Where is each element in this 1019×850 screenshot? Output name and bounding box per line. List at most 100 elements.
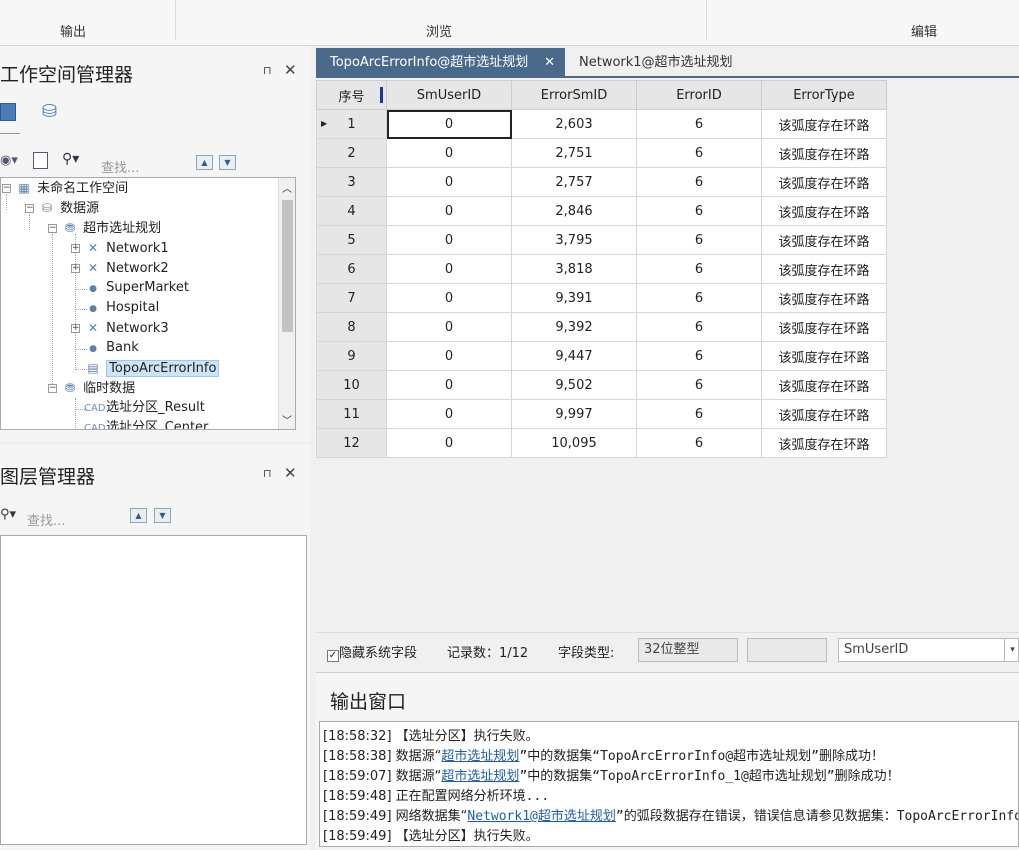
tab-network1[interactable]: Network1@超市选址规划 bbox=[579, 48, 733, 77]
collapse-toggle[interactable]: − bbox=[48, 384, 57, 393]
table-cell[interactable]: 9,391 bbox=[511, 283, 637, 313]
pin-icon[interactable]: ⊓ bbox=[263, 467, 272, 480]
table-row[interactable]: 4 0 2,846 6 该弧度存在环路 bbox=[316, 196, 887, 226]
table-cell[interactable]: 0 bbox=[386, 196, 512, 226]
row-header[interactable]: 6 bbox=[316, 254, 387, 284]
dataset-link[interactable]: Network1@超市选址规划 bbox=[467, 809, 615, 824]
table-row[interactable]: ▶ 1 0 2,603 6 该弧度存在环路 bbox=[316, 109, 887, 139]
table-row[interactable]: 2 0 2,751 6 该弧度存在环路 bbox=[316, 138, 887, 168]
table-cell[interactable]: 该弧度存在环路 bbox=[761, 283, 887, 313]
tree-node-datasources[interactable]: ⛁ 数据源 bbox=[38, 198, 99, 218]
table-row[interactable]: 11 0 9,997 6 该弧度存在环路 bbox=[316, 399, 887, 429]
datasource-link[interactable]: 超市选址规划 bbox=[441, 769, 519, 784]
chevron-down-icon[interactable]: ▾ bbox=[1004, 639, 1019, 661]
move-up-icon[interactable]: ▲ bbox=[196, 155, 213, 170]
table-cell[interactable]: 0 bbox=[386, 254, 512, 284]
tree-node-datasource[interactable]: ⛃ 超市选址规划 bbox=[61, 218, 161, 238]
table-row[interactable]: 6 0 3,818 6 该弧度存在环路 bbox=[316, 254, 887, 284]
close-icon[interactable]: ✕ bbox=[284, 61, 297, 79]
expand-toggle[interactable]: + bbox=[71, 244, 80, 253]
column-header-index[interactable]: 序号 bbox=[316, 80, 387, 110]
row-header[interactable]: ▶ 1 bbox=[316, 109, 387, 139]
scroll-thumb[interactable] bbox=[282, 200, 293, 332]
table-cell[interactable]: 6 bbox=[636, 254, 762, 284]
table-cell[interactable]: 2,751 bbox=[511, 138, 637, 168]
visibility-icon[interactable]: ◉▾ bbox=[0, 153, 18, 168]
search-icon[interactable]: ⚲▾ bbox=[62, 151, 79, 167]
collapse-toggle[interactable]: − bbox=[2, 184, 11, 193]
table-cell[interactable]: 0 bbox=[386, 312, 512, 342]
layer-search-input[interactable]: 查找... bbox=[27, 510, 65, 529]
move-down-icon[interactable]: ▼ bbox=[219, 155, 236, 170]
hide-system-fields-checkbox[interactable]: ✓ 隐藏系统字段 bbox=[327, 642, 417, 662]
row-header[interactable]: 3 bbox=[316, 167, 387, 197]
workspace-search-input[interactable]: 查找... bbox=[101, 157, 139, 176]
table-cell[interactable]: 6 bbox=[636, 283, 762, 313]
table-cell[interactable]: 该弧度存在环路 bbox=[761, 254, 887, 284]
table-cell[interactable]: 6 bbox=[636, 138, 762, 168]
row-header[interactable]: 9 bbox=[316, 341, 387, 371]
tree-scrollbar[interactable]: ︿ ﹀ bbox=[278, 178, 295, 429]
table-cell[interactable]: 6 bbox=[636, 341, 762, 371]
row-header[interactable]: 4 bbox=[316, 196, 387, 226]
table-cell[interactable]: 0 bbox=[386, 225, 512, 255]
row-header[interactable]: 11 bbox=[316, 399, 387, 429]
table-cell[interactable]: 9,392 bbox=[511, 312, 637, 342]
table-row[interactable]: 12 0 10,095 6 该弧度存在环路 bbox=[316, 428, 887, 458]
tree-node-workspace[interactable]: ▦ 未命名工作空间 bbox=[15, 178, 128, 198]
search-icon[interactable]: ⚲▾ bbox=[0, 507, 16, 522]
table-cell[interactable]: 6 bbox=[636, 428, 762, 458]
table-cell[interactable]: 该弧度存在环路 bbox=[761, 428, 887, 458]
move-up-icon[interactable]: ▲ bbox=[130, 508, 147, 523]
table-cell[interactable]: 0 bbox=[386, 399, 512, 429]
row-header[interactable]: 5 bbox=[316, 225, 387, 255]
tree-node-temp[interactable]: ⛃ 临时数据 bbox=[61, 378, 135, 398]
tree-node-supermarket[interactable]: ● SuperMarket bbox=[84, 278, 189, 298]
scroll-up-icon[interactable]: ︿ bbox=[282, 180, 292, 195]
tree-node-network3[interactable]: ✕ Network3 bbox=[84, 318, 169, 338]
move-down-icon[interactable]: ▼ bbox=[154, 508, 171, 523]
table-cell[interactable]: 2,846 bbox=[511, 196, 637, 226]
tree-node-hospital[interactable]: ● Hospital bbox=[84, 298, 159, 318]
table-cell[interactable]: 该弧度存在环路 bbox=[761, 341, 887, 371]
row-header[interactable]: 2 bbox=[316, 138, 387, 168]
datasource-link[interactable]: 超市选址规划 bbox=[441, 749, 519, 764]
tree-node-result[interactable]: CAD 选址分区_Result bbox=[84, 398, 205, 418]
column-header-smuserid[interactable]: SmUserID bbox=[386, 80, 512, 110]
table-cell[interactable]: 10,095 bbox=[511, 428, 637, 458]
table-cell[interactable]: 6 bbox=[636, 196, 762, 226]
table-cell[interactable]: 2,757 bbox=[511, 167, 637, 197]
tab-topoarcerrorinfo[interactable]: TopoArcErrorInfo@超市选址规划 ✕ bbox=[316, 48, 565, 77]
table-cell[interactable]: 该弧度存在环路 bbox=[761, 167, 887, 197]
row-header[interactable]: 10 bbox=[316, 370, 387, 400]
table-cell[interactable]: 该弧度存在环路 bbox=[761, 225, 887, 255]
output-log[interactable]: [18:58:32] 【选址分区】执行失败。 [18:58:38] 数据源“超市… bbox=[319, 721, 1019, 847]
workspace-view-icon[interactable] bbox=[0, 103, 16, 121]
table-cell[interactable]: 该弧度存在环路 bbox=[761, 312, 887, 342]
column-header-errorsmid[interactable]: ErrorSmID bbox=[511, 80, 637, 110]
table-row[interactable]: 5 0 3,795 6 该弧度存在环路 bbox=[316, 225, 887, 255]
table-row[interactable]: 10 0 9,502 6 该弧度存在环路 bbox=[316, 370, 887, 400]
table-cell[interactable]: 0 bbox=[386, 109, 512, 139]
table-cell[interactable]: 2,603 bbox=[511, 109, 637, 139]
table-cell[interactable]: 3,795 bbox=[511, 225, 637, 255]
table-cell[interactable]: 6 bbox=[636, 370, 762, 400]
table-cell[interactable]: 该弧度存在环路 bbox=[761, 370, 887, 400]
table-cell[interactable]: 0 bbox=[386, 138, 512, 168]
table-cell[interactable]: 该弧度存在环路 bbox=[761, 399, 887, 429]
tree-node-network1[interactable]: ✕ Network1 bbox=[84, 238, 169, 258]
collapse-toggle[interactable]: − bbox=[25, 204, 34, 213]
row-header[interactable]: 7 bbox=[316, 283, 387, 313]
close-icon[interactable]: ✕ bbox=[544, 48, 555, 77]
field-selector-dropdown[interactable]: SmUserID ▾ bbox=[838, 638, 1019, 662]
tree-node-topoarcerrorinfo[interactable]: ▤ TopoArcErrorInfo bbox=[84, 358, 220, 378]
document-icon[interactable] bbox=[33, 152, 48, 169]
checkbox-checked-icon[interactable]: ✓ bbox=[327, 650, 339, 662]
tree-node-network2[interactable]: ✕ Network2 bbox=[84, 258, 169, 278]
table-cell[interactable]: 该弧度存在环路 bbox=[761, 109, 887, 139]
collapse-toggle[interactable]: − bbox=[48, 224, 57, 233]
expand-toggle[interactable]: + bbox=[71, 264, 80, 273]
row-header[interactable]: 8 bbox=[316, 312, 387, 342]
table-cell[interactable]: 0 bbox=[386, 428, 512, 458]
column-header-errortype[interactable]: ErrorType bbox=[761, 80, 887, 110]
